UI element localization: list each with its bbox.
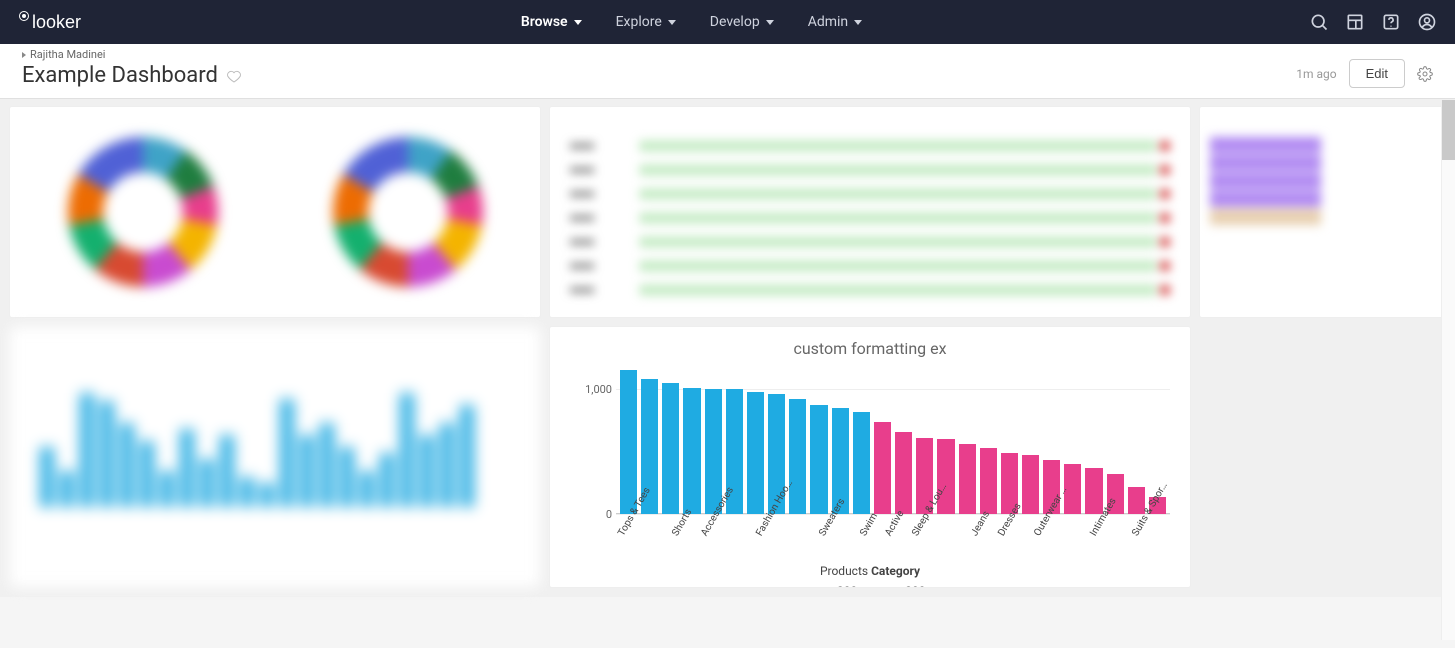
nav-item-label: Explore: [616, 14, 662, 30]
dashboard-body: ■■■■ ■■■■ ■■■■ ■■■■ ■■■■ ■■■■ ■■■■: [0, 99, 1455, 597]
account-circle-icon[interactable]: [1417, 12, 1437, 32]
chart-bar[interactable]: [620, 370, 637, 514]
chart-title: custom formatting ex: [566, 339, 1174, 358]
chevron-down-icon: [854, 20, 862, 25]
svg-text:looker: looker: [32, 12, 81, 32]
breadcrumb-user: Rajitha Madinei: [30, 48, 106, 61]
top-navigation: looker Browse Explore Develop Admin: [0, 0, 1455, 44]
chart-bar[interactable]: [980, 448, 997, 514]
nav-item-develop[interactable]: Develop: [710, 14, 774, 30]
nav-item-browse[interactable]: Browse: [521, 14, 582, 30]
chart-plot-area: 01,000: [616, 364, 1170, 514]
chart-bar[interactable]: [1022, 455, 1039, 514]
brand-logo[interactable]: looker: [18, 11, 108, 33]
tile-heatmap[interactable]: [1200, 107, 1445, 317]
page-header: Rajitha Madinei Example Dashboard 1m ago…: [0, 44, 1455, 99]
chevron-down-icon: [766, 20, 774, 25]
chart-bar[interactable]: [853, 412, 870, 515]
chart-legend: >800 <800: [566, 584, 1174, 587]
gear-icon[interactable]: [1417, 66, 1433, 82]
heart-icon[interactable]: [226, 68, 242, 84]
chart-bar[interactable]: [662, 383, 679, 514]
dashboard-icon[interactable]: [1345, 12, 1365, 32]
chart-bar[interactable]: [895, 432, 912, 515]
help-icon[interactable]: [1381, 12, 1401, 32]
chart-bar[interactable]: [683, 388, 700, 514]
nav-item-admin[interactable]: Admin: [808, 14, 862, 30]
nav-item-label: Browse: [521, 14, 568, 30]
tile-product-list[interactable]: ■■■■ ■■■■ ■■■■ ■■■■ ■■■■ ■■■■ ■■■■: [550, 107, 1190, 317]
nav-right-icons: [1309, 12, 1437, 32]
tile-custom-formatting-ex[interactable]: custom formatting ex 01,000 Tops & TeesS…: [550, 327, 1190, 587]
chevron-down-icon: [668, 20, 676, 25]
breadcrumb[interactable]: Rajitha Madinei: [22, 48, 242, 61]
tile-donuts[interactable]: [10, 107, 540, 317]
chart-bars: [616, 364, 1170, 514]
legend-item-gt800: >800: [815, 584, 858, 587]
page-title: Example Dashboard: [22, 63, 218, 88]
tile-blur-bars[interactable]: [10, 327, 540, 587]
chart-bar[interactable]: [747, 392, 764, 515]
scrollbar[interactable]: [1441, 100, 1455, 640]
nav-item-explore[interactable]: Explore: [616, 14, 676, 30]
search-icon[interactable]: [1309, 12, 1329, 32]
legend-item-lt800: <800: [883, 584, 925, 587]
y-tick-label: 1,000: [572, 383, 612, 396]
nav-item-label: Admin: [808, 14, 848, 30]
chart-x-axis-title: Products Category: [566, 564, 1174, 578]
edit-button[interactable]: Edit: [1349, 59, 1405, 88]
y-tick-label: 0: [572, 508, 612, 521]
nav-items: Browse Explore Develop Admin: [521, 14, 862, 30]
chevron-right-icon: [22, 52, 26, 58]
chart-bar[interactable]: [874, 422, 891, 515]
header-controls: 1m ago Edit: [1296, 59, 1433, 88]
last-refresh-timestamp: 1m ago: [1296, 67, 1336, 81]
chevron-down-icon: [574, 20, 582, 25]
scrollbar-thumb[interactable]: [1442, 100, 1455, 160]
nav-item-label: Develop: [710, 14, 760, 30]
